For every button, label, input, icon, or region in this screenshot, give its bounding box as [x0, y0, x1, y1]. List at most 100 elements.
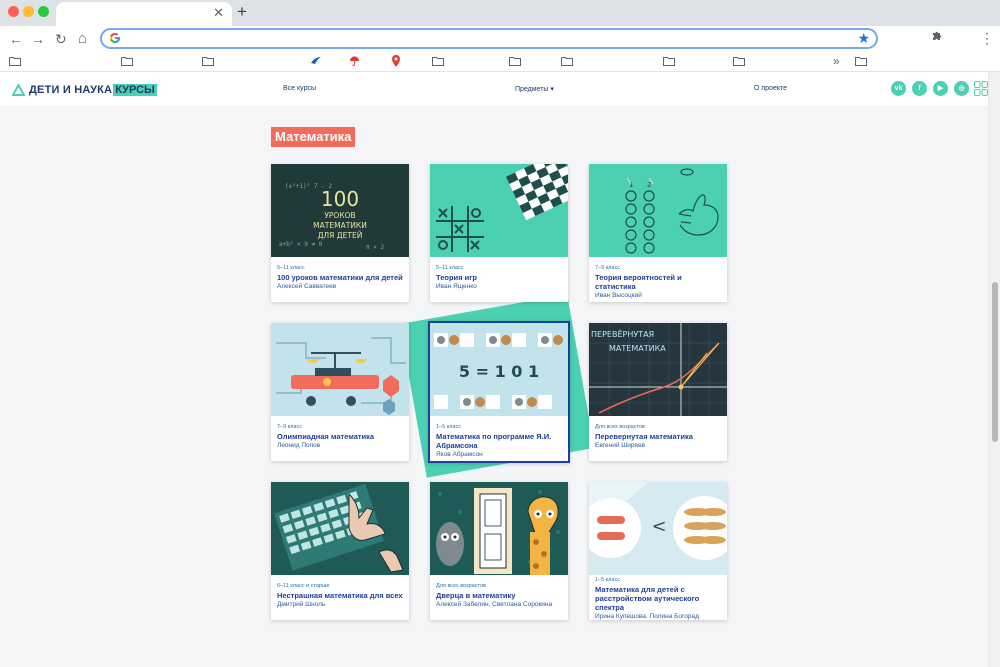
reload-icon[interactable]: ↻: [55, 30, 67, 48]
page-scrollbar[interactable]: [988, 72, 1000, 667]
svg-text:МАТЕМАТИКА: МАТЕМАТИКА: [609, 344, 666, 353]
course-thumbnail: 1 2: [589, 164, 727, 257]
course-author: Дмитрий Шноль: [277, 601, 326, 608]
folder-icon[interactable]: [432, 56, 444, 66]
course-title[interactable]: Нестрашная математика для всех: [277, 591, 403, 600]
course-card[interactable]: Для всех возрастов Дверца в математику А…: [430, 482, 568, 620]
folder-icon[interactable]: [202, 56, 214, 66]
coins-hand-image: 1 2: [589, 164, 727, 257]
bookmarks-overflow-icon[interactable]: »: [833, 54, 840, 68]
bookmarks-bar: »: [0, 52, 1000, 72]
course-thumbnail: <: [589, 482, 727, 575]
folder-icon[interactable]: [663, 56, 675, 66]
folder-icon[interactable]: [121, 56, 133, 66]
course-card[interactable]: (x²+1)² 7 - 2 a+b² < 9 ≠ 0 π × 2 100 УРО…: [271, 164, 409, 302]
course-author: Евгений Ширяев: [595, 442, 646, 449]
bookmark-star-icon[interactable]: ★: [857, 30, 870, 47]
course-thumbnail: [430, 482, 568, 575]
course-grade: Для всех возрастов: [436, 583, 486, 589]
course-grade: 6–11 класс и старше: [277, 583, 330, 589]
section-title: Математика: [271, 127, 356, 147]
maximize-window-button[interactable]: [38, 6, 49, 17]
logo-text: ДЕТИ И НАУКА: [29, 84, 113, 96]
new-tab-button[interactable]: +: [237, 3, 247, 21]
title-bar: ✕ +: [0, 0, 1000, 26]
course-thumbnail: (x²+1)² 7 - 2 a+b² < 9 ≠ 0 π × 2 100 УРО…: [271, 164, 409, 257]
course-card-active[interactable]: 5 = 1 0 1 1–5 класс Математика по програ…: [428, 321, 570, 463]
course-title[interactable]: Математика для детей с расстройством аут…: [595, 585, 721, 612]
folder-icon[interactable]: [733, 56, 745, 66]
folder-icon[interactable]: [561, 56, 573, 66]
machine-image: [271, 323, 409, 416]
course-title[interactable]: 100 уроков математики для детей: [277, 273, 403, 282]
course-grade: 5–11 класс: [436, 265, 464, 271]
nav-about[interactable]: О проекте: [754, 85, 787, 92]
course-author: Леонид Попов: [277, 442, 321, 449]
nav-subjects-dropdown[interactable]: Предметы ▾: [515, 85, 554, 93]
apps-grid-icon[interactable]: [974, 81, 988, 96]
course-author: Алексей Савватеев: [277, 283, 337, 290]
minimize-window-button[interactable]: [23, 6, 34, 17]
course-title[interactable]: Теория игр: [436, 273, 562, 282]
address-bar[interactable]: ★: [100, 28, 878, 49]
forward-icon[interactable]: →: [31, 30, 45, 48]
course-grade: 7–9 класс: [277, 424, 302, 430]
folder-icon[interactable]: [9, 56, 21, 66]
svg-text:<: <: [651, 516, 666, 537]
course-author: Ирина Купешова, Полина Богорад: [595, 613, 699, 620]
course-author: Иван Высоцкий: [595, 292, 642, 299]
umbrella-icon[interactable]: [349, 55, 360, 67]
svg-text:ДЛЯ ДЕТЕЙ: ДЛЯ ДЕТЕЙ: [318, 231, 363, 240]
folder-icon[interactable]: [855, 56, 867, 66]
course-grade: 1–5 класс: [595, 577, 620, 583]
course-title[interactable]: Теория вероятностей и статистика: [595, 273, 721, 291]
browser-window: ✕ + ← → ↻ ⌂ ★ ⋮ » ДЕТИ И НАУКА КУРСЫ Все…: [0, 0, 1000, 667]
course-card[interactable]: 7–9 класс Олимпиадная математика Леонид …: [271, 323, 409, 461]
course-card[interactable]: ПЕРЕВЁРНУТАЯ МАТЕМАТИКА Для всех возраст…: [589, 323, 727, 461]
animals-equation-image: 5 = 1 0 1: [430, 323, 568, 416]
course-title[interactable]: Дверца в математику: [436, 591, 562, 600]
course-card[interactable]: 1 2 7–9 класс Теория вероятностей и стат…: [589, 164, 727, 302]
course-author: Алексей Забелин, Светлана Сорокина: [436, 601, 553, 608]
facebook-icon[interactable]: f: [912, 81, 927, 96]
nav-all-courses[interactable]: Все курсы: [283, 85, 316, 92]
graph-image: ПЕРЕВЁРНУТАЯ МАТЕМАТИКА: [589, 323, 727, 416]
folder-icon[interactable]: [509, 56, 521, 66]
course-thumbnail: ПЕРЕВЁРНУТАЯ МАТЕМАТИКА: [589, 323, 727, 416]
course-author: Яков Абрамсон: [436, 451, 483, 458]
course-author: Иван Ященко: [436, 283, 477, 290]
tab-close-icon[interactable]: ✕: [213, 5, 224, 21]
course-thumbnail: [271, 323, 409, 416]
chess-board-image: [430, 164, 568, 257]
svg-text:π × 2: π × 2: [366, 244, 384, 251]
map-pin-icon[interactable]: [391, 55, 401, 67]
bookmark-favicon-icon[interactable]: [310, 56, 322, 66]
course-title[interactable]: Математика по программе Я.И. Абрамсона: [436, 432, 562, 450]
course-card[interactable]: < 1–5 класс Математика для детей с расст…: [589, 482, 727, 620]
course-thumbnail: 5 = 1 0 1: [430, 323, 568, 416]
scrollbar-thumb[interactable]: [992, 282, 998, 442]
door-giraffe-image: [430, 482, 568, 575]
chalkboard-image: (x²+1)² 7 - 2 a+b² < 9 ≠ 0 π × 2 100 УРО…: [271, 164, 409, 257]
site-logo[interactable]: ДЕТИ И НАУКА КУРСЫ: [12, 81, 157, 99]
instagram-icon[interactable]: ◎: [954, 81, 969, 96]
svg-text:УРОКОВ: УРОКОВ: [324, 211, 355, 220]
course-card[interactable]: 5–11 класс Теория игр Иван Ященко: [430, 164, 568, 302]
svg-text:ПЕРЕВЁРНУТАЯ: ПЕРЕВЁРНУТАЯ: [591, 329, 654, 339]
course-grade: 5–11 класс: [277, 265, 305, 271]
course-card[interactable]: 6–11 класс и старше Нестрашная математик…: [271, 482, 409, 620]
extensions-puzzle-icon[interactable]: [931, 30, 943, 42]
svg-text:a+b² < 9 ≠ 0: a+b² < 9 ≠ 0: [279, 241, 323, 248]
vk-icon[interactable]: vk: [891, 81, 906, 96]
browser-tab[interactable]: ✕: [56, 2, 232, 26]
plates-compare-image: <: [589, 482, 727, 562]
svg-text:МАТЕМАТИКИ: МАТЕМАТИКИ: [313, 221, 367, 230]
home-icon[interactable]: ⌂: [78, 30, 87, 48]
youtube-icon[interactable]: ▶: [933, 81, 948, 96]
course-title[interactable]: Олимпиадная математика: [277, 432, 403, 441]
back-icon[interactable]: ←: [9, 30, 23, 48]
close-window-button[interactable]: [8, 6, 19, 17]
browser-menu-icon[interactable]: ⋮: [980, 30, 994, 46]
thumb-equation: 5 = 1 0 1: [459, 362, 539, 381]
course-title[interactable]: Перевернутая математика: [595, 432, 721, 441]
